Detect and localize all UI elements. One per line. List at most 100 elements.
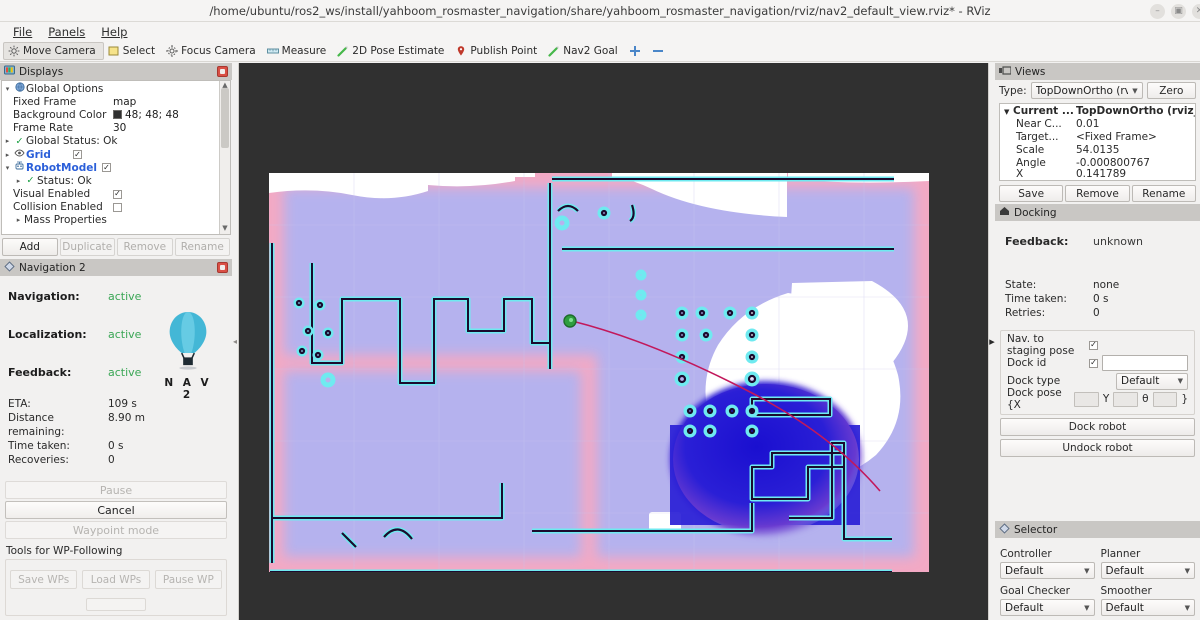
scroll-down-icon[interactable]: ▼	[222, 224, 227, 234]
load-wps-button[interactable]: Load WPs	[82, 570, 149, 589]
navigation2-panel-close-icon[interactable]	[217, 262, 228, 273]
tree-checkbox-collision-enabled[interactable]	[113, 203, 219, 212]
collapse-left-icon[interactable]: ◂	[233, 337, 237, 346]
tool-select[interactable]: Select	[104, 42, 162, 60]
waypoint-mode-button[interactable]: Waypoint mode	[5, 521, 227, 539]
goal-checker-select[interactable]: Default ▼	[1000, 599, 1095, 616]
tool-select-label: Select	[123, 45, 155, 57]
displays-tree[interactable]: ▾ Global Options Fixed Frame map Backgro…	[1, 80, 231, 235]
tree-value-background-color[interactable]: 48; 48; 48	[113, 109, 219, 121]
tree-row-grid[interactable]: ▸ Grid ✓	[2, 148, 219, 161]
expand-arrow-icon[interactable]: ▸	[2, 151, 13, 159]
tree-label-visual-enabled: Visual Enabled	[13, 188, 113, 200]
pause-wp-button[interactable]: Pause WP	[155, 570, 222, 589]
tree-row-robotmodel-status[interactable]: ▸ ✓ Status: Ok	[2, 174, 219, 187]
controller-select[interactable]: Default ▼	[1000, 562, 1095, 579]
navigation2-panel-titlebar: Navigation 2	[0, 259, 232, 276]
map-canvas[interactable]	[232, 63, 995, 620]
expand-arrow-icon[interactable]: ▸	[13, 216, 24, 224]
dock-pose-y-input[interactable]	[1113, 392, 1138, 407]
minimize-button[interactable]: –	[1150, 4, 1165, 19]
views-row-current[interactable]: ▼ Current ... TopDownOrtho (rviz_defaul	[1000, 104, 1195, 117]
smoother-select[interactable]: Default ▼	[1101, 599, 1196, 616]
tool-add[interactable]	[625, 42, 648, 60]
tool-move-camera[interactable]: Move Camera	[3, 42, 104, 60]
add-display-button[interactable]: Add	[2, 238, 58, 256]
dock-id-checkbox[interactable]: ✓	[1089, 359, 1098, 368]
remove-view-button[interactable]: Remove	[1065, 185, 1129, 202]
tool-nav2-goal[interactable]: Nav2 Goal	[544, 42, 624, 60]
views-value-x[interactable]: 0.141789	[1076, 169, 1195, 178]
remove-display-button[interactable]: Remove	[117, 238, 173, 256]
undock-robot-button[interactable]: Undock robot	[1000, 439, 1195, 457]
render-panel[interactable]: ◂ ▸	[232, 63, 995, 620]
save-wps-button[interactable]: Save WPs	[10, 570, 77, 589]
tree-row-frame-rate[interactable]: Frame Rate 30	[2, 122, 219, 135]
nav-staging-pose-checkbox[interactable]: ✓	[1089, 341, 1098, 350]
save-view-button[interactable]: Save	[999, 185, 1063, 202]
tool-publish-point[interactable]: Publish Point	[451, 42, 544, 60]
tree-row-visual-enabled[interactable]: Visual Enabled ✓	[2, 188, 219, 201]
views-tree[interactable]: ▼ Current ... TopDownOrtho (rviz_defaul …	[999, 103, 1196, 181]
views-value-target-frame[interactable]: <Fixed Frame>	[1076, 131, 1195, 143]
views-value-near-clip[interactable]: 0.01	[1076, 118, 1195, 130]
expand-arrow-icon[interactable]: ▾	[2, 164, 13, 172]
tool-focus-camera[interactable]: Focus Camera	[162, 42, 263, 60]
views-value-angle[interactable]: -0.000800767	[1076, 157, 1195, 169]
menu-file[interactable]: File	[6, 24, 39, 40]
tree-value-frame-rate[interactable]: 30	[113, 122, 219, 134]
views-row-angle[interactable]: Angle -0.000800767	[1000, 156, 1195, 169]
close-button[interactable]: ✕	[1192, 4, 1200, 19]
displays-scrollbar[interactable]: ▲ ▼	[219, 81, 230, 234]
duplicate-display-button[interactable]: Duplicate	[60, 238, 116, 256]
dock-pose-x-input[interactable]	[1074, 392, 1099, 407]
tree-checkbox-visual-enabled[interactable]: ✓	[113, 190, 219, 199]
cancel-button[interactable]: Cancel	[5, 501, 227, 519]
dock-robot-button[interactable]: Dock robot	[1000, 418, 1195, 436]
scrollbar-thumb[interactable]	[221, 88, 229, 148]
rename-display-button[interactable]: Rename	[175, 238, 231, 256]
tool-2d-pose-estimate[interactable]: 2D Pose Estimate	[333, 42, 451, 60]
tree-row-fixed-frame[interactable]: Fixed Frame map	[2, 95, 219, 108]
menu-help[interactable]: Help	[94, 24, 134, 40]
menu-panels[interactable]: Panels	[41, 24, 92, 40]
tree-row-robotmodel[interactable]: ▾ RobotModel ✓	[2, 161, 219, 174]
tree-checkbox-grid[interactable]: ✓	[51, 150, 219, 159]
3d-render-view[interactable]: ◂ ▸	[232, 63, 995, 620]
views-row-x[interactable]: X 0.141789	[1000, 169, 1195, 178]
tree-row-background-color[interactable]: Background Color 48; 48; 48	[2, 108, 219, 121]
tree-checkbox-robotmodel[interactable]: ✓	[97, 163, 219, 172]
tool-measure[interactable]: Measure	[263, 42, 334, 60]
dock-id-input[interactable]	[1102, 355, 1188, 371]
views-row-scale[interactable]: Scale 54.0135	[1000, 143, 1195, 156]
tree-row-global-status[interactable]: ▸ ✓ Global Status: Ok	[2, 135, 219, 148]
dock-type-select[interactable]: Default ▼	[1116, 373, 1188, 390]
pause-button[interactable]: Pause	[5, 481, 227, 499]
view-type-select[interactable]: TopDownOrtho (rviz_def ▼	[1031, 82, 1143, 99]
displays-panel-close-icon[interactable]	[217, 66, 228, 77]
rename-view-button[interactable]: Rename	[1132, 185, 1196, 202]
maximize-button[interactable]: ▣	[1171, 4, 1186, 19]
globe-icon	[13, 82, 26, 95]
views-row-target-frame[interactable]: Target... <Fixed Frame>	[1000, 130, 1195, 143]
wp-extra-button[interactable]	[86, 598, 146, 611]
tree-row-global-options[interactable]: ▾ Global Options	[2, 82, 219, 95]
tree-value-fixed-frame[interactable]: map	[113, 96, 219, 108]
dock-pose-theta-input[interactable]	[1153, 392, 1178, 407]
tool-remove[interactable]	[648, 42, 671, 60]
expand-arrow-icon[interactable]: ▾	[2, 85, 13, 93]
views-value-scale[interactable]: 54.0135	[1076, 144, 1195, 156]
views-row-near-clip[interactable]: Near C... 0.01	[1000, 117, 1195, 130]
eta-value: 109 s	[108, 397, 137, 411]
views-value-current: TopDownOrtho (rviz_defaul	[1076, 105, 1195, 117]
tree-row-mass-properties[interactable]: ▸ Mass Properties	[2, 214, 219, 227]
tree-row-collision-enabled[interactable]: Collision Enabled	[2, 201, 219, 214]
displays-button-row: Add Duplicate Remove Rename	[0, 235, 232, 259]
planner-select[interactable]: Default ▼	[1101, 562, 1196, 579]
left-splitter-handle[interactable]: ◂	[232, 63, 239, 620]
right-splitter-handle[interactable]: ▸	[988, 63, 995, 620]
zero-button[interactable]: Zero	[1147, 82, 1196, 99]
expand-arrow-icon[interactable]: ▸	[2, 137, 13, 145]
collapse-right-icon[interactable]: ▸	[989, 335, 995, 348]
expand-arrow-icon[interactable]: ▸	[13, 177, 24, 185]
